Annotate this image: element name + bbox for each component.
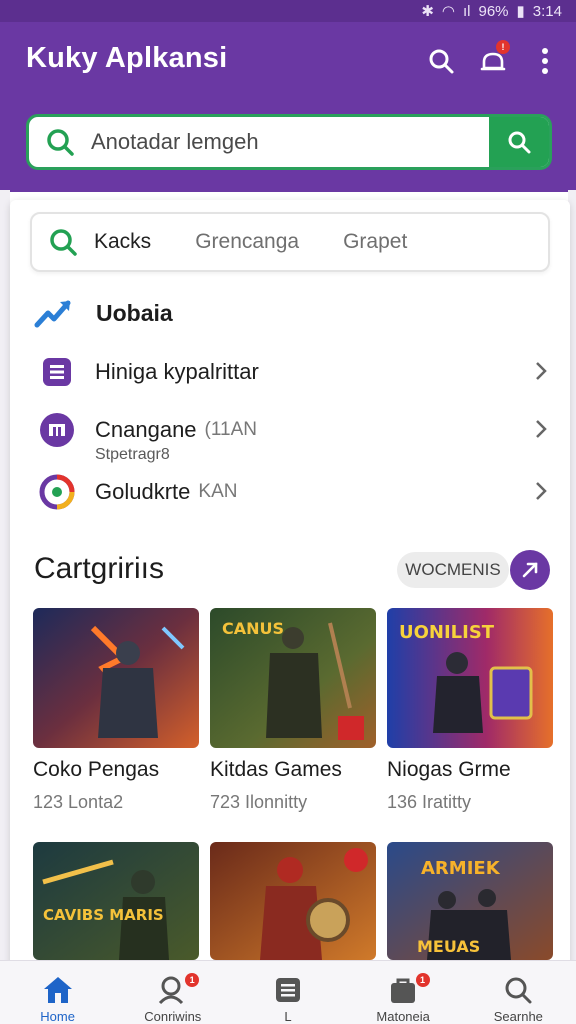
suggestion-item[interactable]: Cnangane (11AN Stpetragr8 — [38, 410, 548, 463]
nav-label: L — [284, 1009, 292, 1024]
category-card[interactable]: CANUS Kitdas Games 723 Ilonnitty — [210, 608, 376, 813]
suggestion-label: Hiniga kypalrittar — [95, 359, 259, 384]
battery-percent: 96% — [478, 2, 509, 20]
card-count: 136 Iratitty — [387, 792, 472, 812]
card-count: 723 Ilonnitty — [210, 792, 308, 812]
nav-home[interactable]: Home — [0, 961, 115, 1024]
categories-title: Cartgririıs — [34, 552, 165, 585]
category-card[interactable]: ARMIEK MEUAS — [387, 842, 553, 960]
nav-label: Searnhe — [493, 1009, 543, 1024]
thumb-text: MEUAS — [417, 937, 480, 956]
nav-matoneia[interactable]: 1 Matoneia — [346, 961, 461, 1024]
chip-kacks[interactable]: Kacks — [94, 230, 151, 254]
notifications-button[interactable]: ! — [476, 40, 510, 78]
battery-icon: ▮ — [516, 3, 525, 20]
search-bar — [26, 114, 552, 170]
bag-icon — [391, 978, 416, 1003]
search-submit-button[interactable] — [489, 117, 549, 167]
status-bar: ✱ ◠ ıl 96% ▮ 3:14 — [0, 0, 576, 22]
bottom-navigation: Home 1 Conriwins L 1 Matoneia Searnhe — [0, 960, 576, 1024]
nav-label: Matoneia — [376, 1009, 430, 1024]
notification-badge: ! — [496, 40, 510, 54]
search-icon — [508, 131, 531, 154]
game-thumbnail: ARMIEK MEUAS — [387, 842, 553, 960]
category-card[interactable]: UONILIST Niogas Grme 136 Iratitty — [387, 608, 553, 813]
nav-search[interactable]: Searnhe — [461, 961, 576, 1024]
multicolor-app-icon — [38, 473, 76, 511]
nav-conriwins[interactable]: 1 Conriwins — [115, 961, 230, 1024]
app-badge-icon — [38, 411, 76, 449]
suggestion-item[interactable]: Goludkrte KAN — [38, 472, 548, 512]
chevron-right-icon — [536, 362, 547, 380]
wifi-icon: ◠ — [441, 3, 455, 20]
more-vert-icon — [542, 48, 548, 74]
search-icon — [32, 227, 94, 257]
suggestion-label: Goludkrte — [95, 479, 191, 504]
search-suggestions-panel: Kacks Grencanga Grapet Uobaia Hiniga kyp… — [10, 200, 570, 1000]
more-categories-button[interactable]: WOCMENIS — [397, 552, 509, 588]
more-menu-button[interactable] — [528, 44, 562, 78]
list-icon — [38, 353, 76, 391]
nav-list[interactable]: L — [230, 961, 345, 1024]
home-icon — [43, 977, 72, 1003]
card-title: Niogas Grme — [387, 758, 511, 781]
card-count: 123 Lonta2 — [33, 792, 124, 812]
filter-chips: Kacks Grencanga Grapet — [30, 212, 550, 272]
search-icon — [429, 49, 454, 74]
suggestion-label: Cnangane — [95, 417, 197, 442]
game-thumbnail: CANUS — [210, 608, 376, 748]
thumb-text: ARMIEK — [421, 858, 501, 879]
chip-grapet[interactable]: Grapet — [343, 230, 407, 254]
category-card[interactable]: CAVIBS MARIS — [33, 842, 199, 960]
game-thumbnail: CAVIBS MARIS — [33, 842, 199, 960]
game-thumbnail: UONILIST — [387, 608, 553, 748]
trending-icon — [34, 300, 71, 328]
suggestion-item[interactable]: Hiniga kypalrittar — [38, 352, 548, 392]
app-bar: Kuky Aplkansi ! — [0, 22, 576, 192]
nav-label: Home — [40, 1009, 75, 1024]
search-icon — [47, 129, 74, 156]
search-input[interactable] — [91, 129, 489, 155]
bluetooth-icon: ✱ — [421, 3, 434, 20]
game-thumbnail — [210, 842, 376, 960]
search-lead-icon — [29, 117, 91, 167]
background-page-edge — [0, 190, 10, 960]
search-icon — [505, 977, 532, 1004]
category-card[interactable] — [210, 842, 376, 960]
person-search-icon — [158, 976, 183, 1005]
nav-badge: 1 — [415, 973, 430, 987]
suggestions-title: Uobaia — [96, 299, 173, 326]
thumb-text: UONILIST — [399, 622, 495, 643]
chevron-right-icon — [536, 482, 547, 500]
suggestion-meta: (11AN — [204, 419, 257, 440]
game-thumbnail — [33, 608, 199, 748]
suggestion-meta: KAN — [198, 481, 238, 502]
nav-badge: 1 — [185, 973, 200, 987]
clock: 3:14 — [532, 2, 562, 20]
card-title: Kitdas Games — [210, 758, 342, 781]
signal-icon: ıl — [463, 2, 471, 20]
suggestion-subtitle: Stpetragr8 — [95, 446, 170, 463]
card-title: Coko Pengas — [33, 758, 160, 781]
suggestions-header: Uobaia — [34, 296, 173, 330]
nav-label: Conriwins — [144, 1009, 202, 1024]
category-card[interactable]: Coko Pengas 123 Lonta2 — [33, 608, 199, 813]
chevron-right-icon — [536, 420, 547, 438]
thumb-text: CAVIBS MARIS — [43, 906, 164, 924]
search-icon-button[interactable] — [424, 44, 458, 78]
arrow-icon — [522, 562, 538, 578]
thumb-text: CANUS — [222, 619, 284, 638]
app-title: Kuky Aplkansi — [26, 42, 228, 74]
chip-grencanga[interactable]: Grencanga — [195, 230, 299, 254]
categories-next-button[interactable] — [510, 550, 550, 590]
list-icon — [275, 978, 300, 1002]
